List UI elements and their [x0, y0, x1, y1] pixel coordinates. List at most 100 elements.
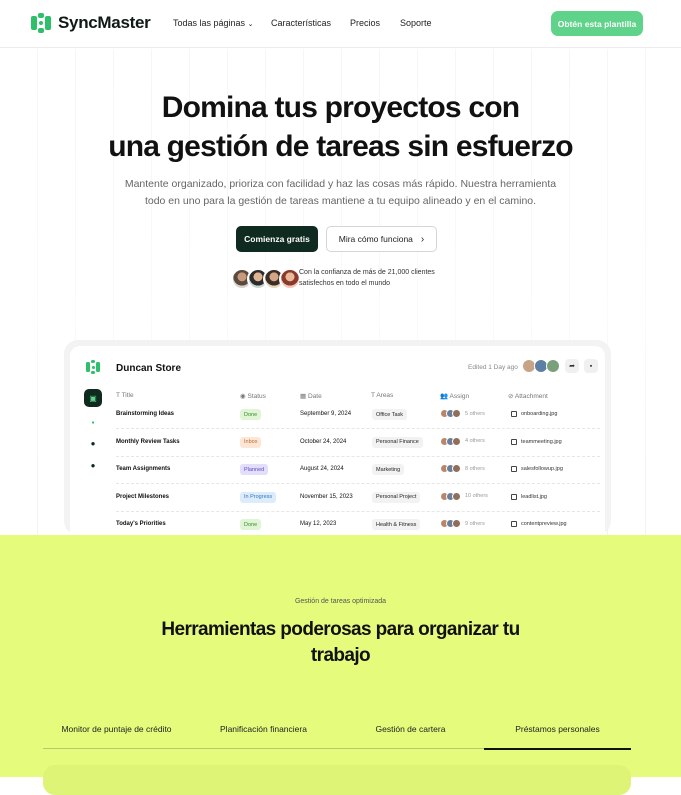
- task-title: Monthly Review Tasks: [116, 438, 180, 445]
- start-free-button[interactable]: Comienza gratis: [236, 226, 318, 252]
- chevron-down-icon: ⌄: [247, 21, 254, 28]
- status-badge[interactable]: Done: [240, 409, 262, 420]
- features-section: Gestión de tareas optimizada Herramienta…: [0, 535, 681, 795]
- nav-pricing[interactable]: Precios: [350, 18, 380, 28]
- column-areas[interactable]: T Areas: [371, 392, 393, 399]
- assignees[interactable]: 5 others: [440, 409, 485, 418]
- users-icon: 👥: [440, 393, 449, 400]
- area-tag[interactable]: Office Task: [372, 409, 408, 420]
- chat-icon[interactable]: ▪: [84, 413, 102, 431]
- hero-title: Domina tus proyectos con una gestión de t…: [108, 91, 573, 163]
- trust-text: Con la confianza de más de 21,000 client…: [299, 269, 435, 287]
- assign-count: 9 others: [465, 520, 485, 527]
- edited-label: Edited 1 Day ago: [468, 364, 518, 371]
- image-file-icon: [511, 493, 517, 500]
- attachment[interactable]: leadlist.jpg: [511, 493, 547, 500]
- status-badge[interactable]: Inbox: [240, 436, 262, 448]
- app-preview: Duncan Store Edited 1 Day ago ➦ ▪ ▣ ▪ ● …: [64, 340, 611, 535]
- avatar: [452, 436, 461, 446]
- assign-count: 5 others: [465, 410, 485, 417]
- attachment[interactable]: teammeeting.jpg: [511, 438, 562, 445]
- attachment[interactable]: salesfollowup.jpg: [511, 466, 563, 472]
- customer-avatars: [231, 268, 301, 290]
- calendar-icon[interactable]: ▣: [84, 389, 102, 407]
- task-title: Team Assignments: [116, 466, 171, 472]
- tab-personal-loans[interactable]: Préstamos personales: [484, 715, 631, 750]
- feature-panel: [43, 765, 631, 795]
- assignees[interactable]: 8 others: [440, 464, 485, 473]
- table-row[interactable]: Brainstorming Ideas Done September 9, 2024…: [116, 402, 600, 429]
- attachment[interactable]: contentpreview.jpg: [511, 521, 567, 527]
- assign-count: 4 others: [465, 438, 485, 444]
- nav-support[interactable]: Soporte: [400, 18, 432, 28]
- hero-subtitle: Mantente organizado, prioriza con facili…: [124, 178, 557, 207]
- tab-portfolio[interactable]: Gestión de cartera: [337, 715, 484, 749]
- see-how-it-works-button[interactable]: Mira cómo funciona ›: [326, 226, 437, 252]
- task-title: Brainstorming Ideas: [116, 411, 175, 417]
- avatar: [546, 359, 560, 373]
- attachment[interactable]: onboarding.jpg: [511, 411, 557, 417]
- column-status[interactable]: ◉ Status: [240, 392, 266, 400]
- share-icon[interactable]: ➦: [565, 359, 579, 373]
- get-template-button[interactable]: Obtén esta plantilla: [551, 11, 643, 36]
- column-date[interactable]: ▦ Date: [300, 392, 322, 400]
- task-title: Project Milestones: [116, 493, 170, 500]
- comment-icon[interactable]: ▪: [584, 359, 598, 373]
- bell-icon[interactable]: ●: [84, 434, 102, 452]
- assign-count: 10 others: [465, 493, 488, 499]
- assignees[interactable]: 10 others: [440, 491, 488, 501]
- area-tag[interactable]: Personal Project: [372, 491, 421, 503]
- status-badge[interactable]: Done: [240, 519, 262, 530]
- tab-credit-score[interactable]: Monitor de puntaje de crédito: [43, 715, 190, 749]
- task-date: August 24, 2024: [300, 466, 344, 472]
- avatar: [279, 268, 301, 290]
- table-row[interactable]: Team Assignments Planned August 24, 2024 Ma…: [116, 457, 600, 484]
- table-row[interactable]: Monthly Review Tasks Inbox October 24, 202…: [116, 430, 600, 457]
- table-row[interactable]: Today's Priorities Done May 12, 2023 Health…: [116, 512, 600, 535]
- task-date: September 9, 2024: [300, 411, 352, 417]
- area-tag[interactable]: Personal Finance: [372, 436, 423, 448]
- logo-text: SyncMaster: [58, 13, 151, 32]
- image-file-icon: [511, 438, 517, 445]
- text-icon: T: [116, 392, 120, 399]
- avatar: [452, 491, 461, 501]
- store-name: Duncan Store: [116, 363, 182, 374]
- task-date: May 12, 2023: [300, 521, 337, 527]
- top-nav: SyncMaster Todas las páginas ⌄ Caracterí…: [0, 0, 681, 48]
- assign-count: 8 others: [465, 465, 485, 472]
- text-icon: T: [371, 392, 375, 399]
- nav-all-pages[interactable]: Todas las páginas ⌄: [173, 18, 253, 28]
- assignees[interactable]: 9 others: [440, 519, 485, 528]
- status-badge[interactable]: Planned: [240, 464, 269, 475]
- task-title: Today's Priorities: [116, 521, 166, 527]
- tab-financial-planning[interactable]: Planificación financiera: [190, 715, 337, 749]
- logo-icon: [31, 13, 51, 33]
- area-tag[interactable]: Health & Fitness: [372, 519, 421, 530]
- calendar-icon: ▦: [300, 393, 307, 400]
- user-icon[interactable]: ●: [84, 456, 102, 474]
- column-attachment[interactable]: ⊘ Attachment: [508, 392, 548, 400]
- paperclip-icon: ⊘: [508, 393, 514, 400]
- image-file-icon: [511, 466, 517, 472]
- section-title: Herramientas poderosas para organizar tu…: [161, 619, 520, 666]
- column-assign[interactable]: 👥 Assign: [440, 392, 469, 400]
- assignees[interactable]: 4 others: [440, 436, 485, 446]
- image-file-icon: [511, 521, 517, 527]
- chevron-right-icon: ›: [420, 233, 425, 245]
- avatar: [452, 464, 461, 473]
- status-icon: ◉: [240, 393, 246, 400]
- task-date: October 24, 2024: [300, 438, 347, 445]
- section-eyebrow: Gestión de tareas optimizada: [294, 598, 387, 605]
- status-badge[interactable]: In Progress: [240, 491, 277, 503]
- app-logo-icon: [86, 360, 100, 374]
- logo[interactable]: SyncMaster: [31, 13, 151, 33]
- task-date: November 15, 2023: [300, 493, 353, 500]
- feature-tabs: Monitor de puntaje de crédito Planificac…: [43, 715, 631, 750]
- avatar: [452, 409, 461, 418]
- image-file-icon: [511, 411, 517, 417]
- table-row[interactable]: Project Milestones In Progress November 15…: [116, 485, 600, 512]
- area-tag[interactable]: Marketing: [372, 464, 405, 475]
- avatar: [452, 519, 461, 528]
- nav-features[interactable]: Características: [271, 18, 331, 28]
- column-title[interactable]: T Title: [116, 392, 134, 399]
